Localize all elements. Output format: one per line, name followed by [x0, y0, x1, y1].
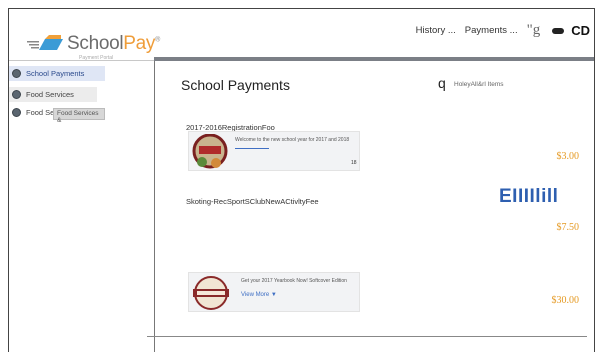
card-link-underline: [235, 148, 269, 149]
nav-payments-link[interactable]: Payments ...: [465, 25, 518, 36]
page-title: School Payments: [181, 77, 290, 93]
item-price: $3.00: [556, 151, 580, 162]
logo-mark-icon: [27, 35, 63, 50]
user-initials[interactable]: CD: [571, 23, 590, 38]
item-title[interactable]: Skoting-RecSportSClubNewACtivltyFee: [186, 197, 319, 206]
schoolpay-logo[interactable]: SchoolPay® Payment Portal: [27, 29, 167, 61]
circle-icon: [12, 90, 21, 99]
item-price: $7.50: [556, 222, 580, 233]
card-description: Get your 2017 Yearbook Now! Softcover Ed…: [241, 278, 347, 284]
footer-divider: [147, 336, 587, 337]
top-nav: History ... Payments ... "g CD: [416, 22, 590, 39]
item-price: $30.00: [551, 295, 580, 306]
item-card[interactable]: Welcome to the new school year for 2017 …: [188, 131, 360, 171]
search-icon[interactable]: q: [438, 75, 446, 91]
app-frame: SchoolPay® Payment Portal History ... Pa…: [8, 8, 595, 352]
item-card[interactable]: Get your 2017 Yearbook Now! Softcover Ed…: [188, 272, 360, 312]
sidebar-item-label: Food Services: [26, 90, 74, 99]
circle-icon: [12, 108, 21, 117]
view-more-link[interactable]: View More ▼: [241, 292, 277, 298]
logo-text: SchoolPay®: [67, 33, 160, 54]
registration-thumbnail-icon: [192, 134, 228, 169]
search-hint: HoleyAll&rl Items: [454, 81, 504, 88]
sidebar: School Payments Food Services Food Servi…: [9, 61, 155, 352]
nav-history-link[interactable]: History ...: [416, 25, 456, 36]
cart-glyph-icon[interactable]: "g: [527, 22, 541, 39]
yearbook-thumbnail-icon: [193, 276, 229, 310]
card-count: 18: [351, 160, 357, 166]
barcode-text: EIIIIlill: [499, 186, 559, 207]
sidebar-item-school-payments[interactable]: School Payments: [9, 66, 105, 81]
sidebar-tooltip: Food Services &: [53, 108, 105, 124]
sidebar-item-label: School Payments: [26, 69, 85, 78]
card-description: Welcome to the new school year for 2017 …: [235, 137, 350, 143]
main-content: School Payments q HoleyAll&rl Items 2017…: [156, 61, 594, 352]
sidebar-item-food-services[interactable]: Food Services: [9, 87, 97, 102]
toggle-pill-icon[interactable]: [552, 27, 565, 34]
header: SchoolPay® Payment Portal History ... Pa…: [9, 9, 594, 61]
circle-icon: [12, 69, 21, 78]
